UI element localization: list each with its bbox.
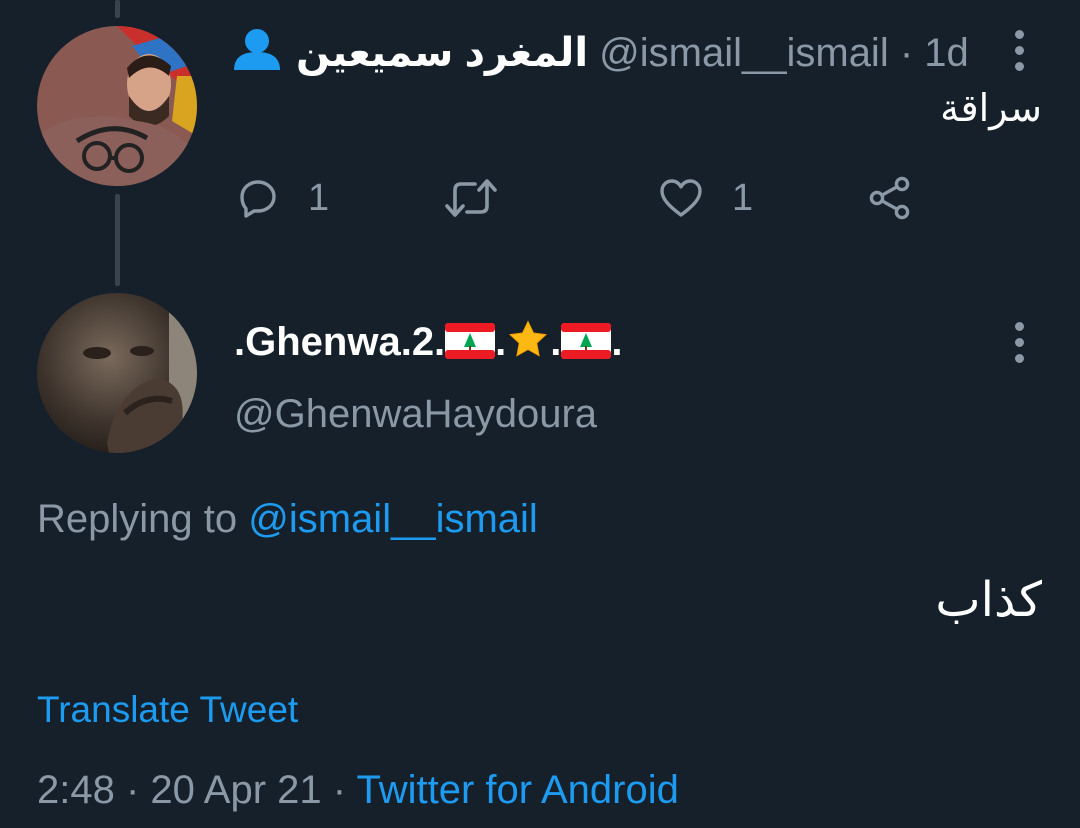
replying-to: Replying to @ismail__ismail xyxy=(37,495,538,543)
retweet-button[interactable] xyxy=(443,174,499,222)
share-button[interactable] xyxy=(866,174,914,222)
thread-line-bottom xyxy=(115,194,120,286)
person-icon xyxy=(234,29,280,70)
lebanon-flag-icon xyxy=(561,323,612,359)
reply-icon xyxy=(240,180,276,218)
reply-button[interactable]: 1 xyxy=(234,174,329,222)
replying-handle-link[interactable]: @ismail__ismail xyxy=(248,497,538,541)
reply-count: 1 xyxy=(308,176,330,219)
avatar-photo xyxy=(37,26,197,186)
avatar-photo xyxy=(37,293,197,453)
tweet1-header: المغرد سميعين @ismail__ismail · 1d xyxy=(232,28,969,77)
tweet2-more-icon[interactable] xyxy=(1014,322,1024,363)
replying-label: Replying to xyxy=(37,497,238,541)
retweet-icon xyxy=(445,179,497,217)
share-icon xyxy=(869,176,910,220)
tweet1-text: سراقة xyxy=(940,86,1042,130)
avatar-ismail[interactable] xyxy=(37,26,197,186)
tweet1-handle[interactable]: @ismail__ismail xyxy=(599,31,889,75)
like-count: 1 xyxy=(732,176,754,219)
tweet-source-link[interactable]: Twitter for Android xyxy=(356,768,678,812)
tweet-timestamp-row: 2:48 · 20 Apr 21 · Twitter for Android xyxy=(37,766,679,814)
tweet-timestamp: 2:48 · 20 Apr 21 · xyxy=(37,768,357,812)
like-button[interactable]: 1 xyxy=(656,174,753,222)
lebanon-flag-icon xyxy=(445,323,496,359)
tweet1-display-name[interactable]: المغرد سميعين xyxy=(296,31,588,75)
display-name-part: .Ghenwa.2. xyxy=(234,320,446,364)
tweet1-time[interactable]: 1d xyxy=(924,31,969,75)
tweet2-text: كذاب xyxy=(935,572,1042,628)
display-name-part: . xyxy=(550,320,562,364)
tweet-thread: المغرد سميعين @ismail__ismail · 1d سراقة… xyxy=(0,0,1080,828)
display-name-part: . xyxy=(495,320,507,364)
tweet2-display-name[interactable]: .Ghenwa.2. . . . xyxy=(234,318,623,366)
thread-line-top xyxy=(115,0,120,18)
avatar-ghenwa[interactable] xyxy=(37,293,197,453)
tweet1-separator: · xyxy=(899,31,914,75)
star-icon xyxy=(509,320,548,357)
heart-icon xyxy=(660,179,702,217)
display-name-part: . xyxy=(611,320,623,364)
translate-tweet-link[interactable]: Translate Tweet xyxy=(37,686,298,734)
tweet2-handle[interactable]: @GhenwaHaydoura xyxy=(234,390,597,438)
tweet1-more-icon[interactable] xyxy=(1014,30,1024,71)
